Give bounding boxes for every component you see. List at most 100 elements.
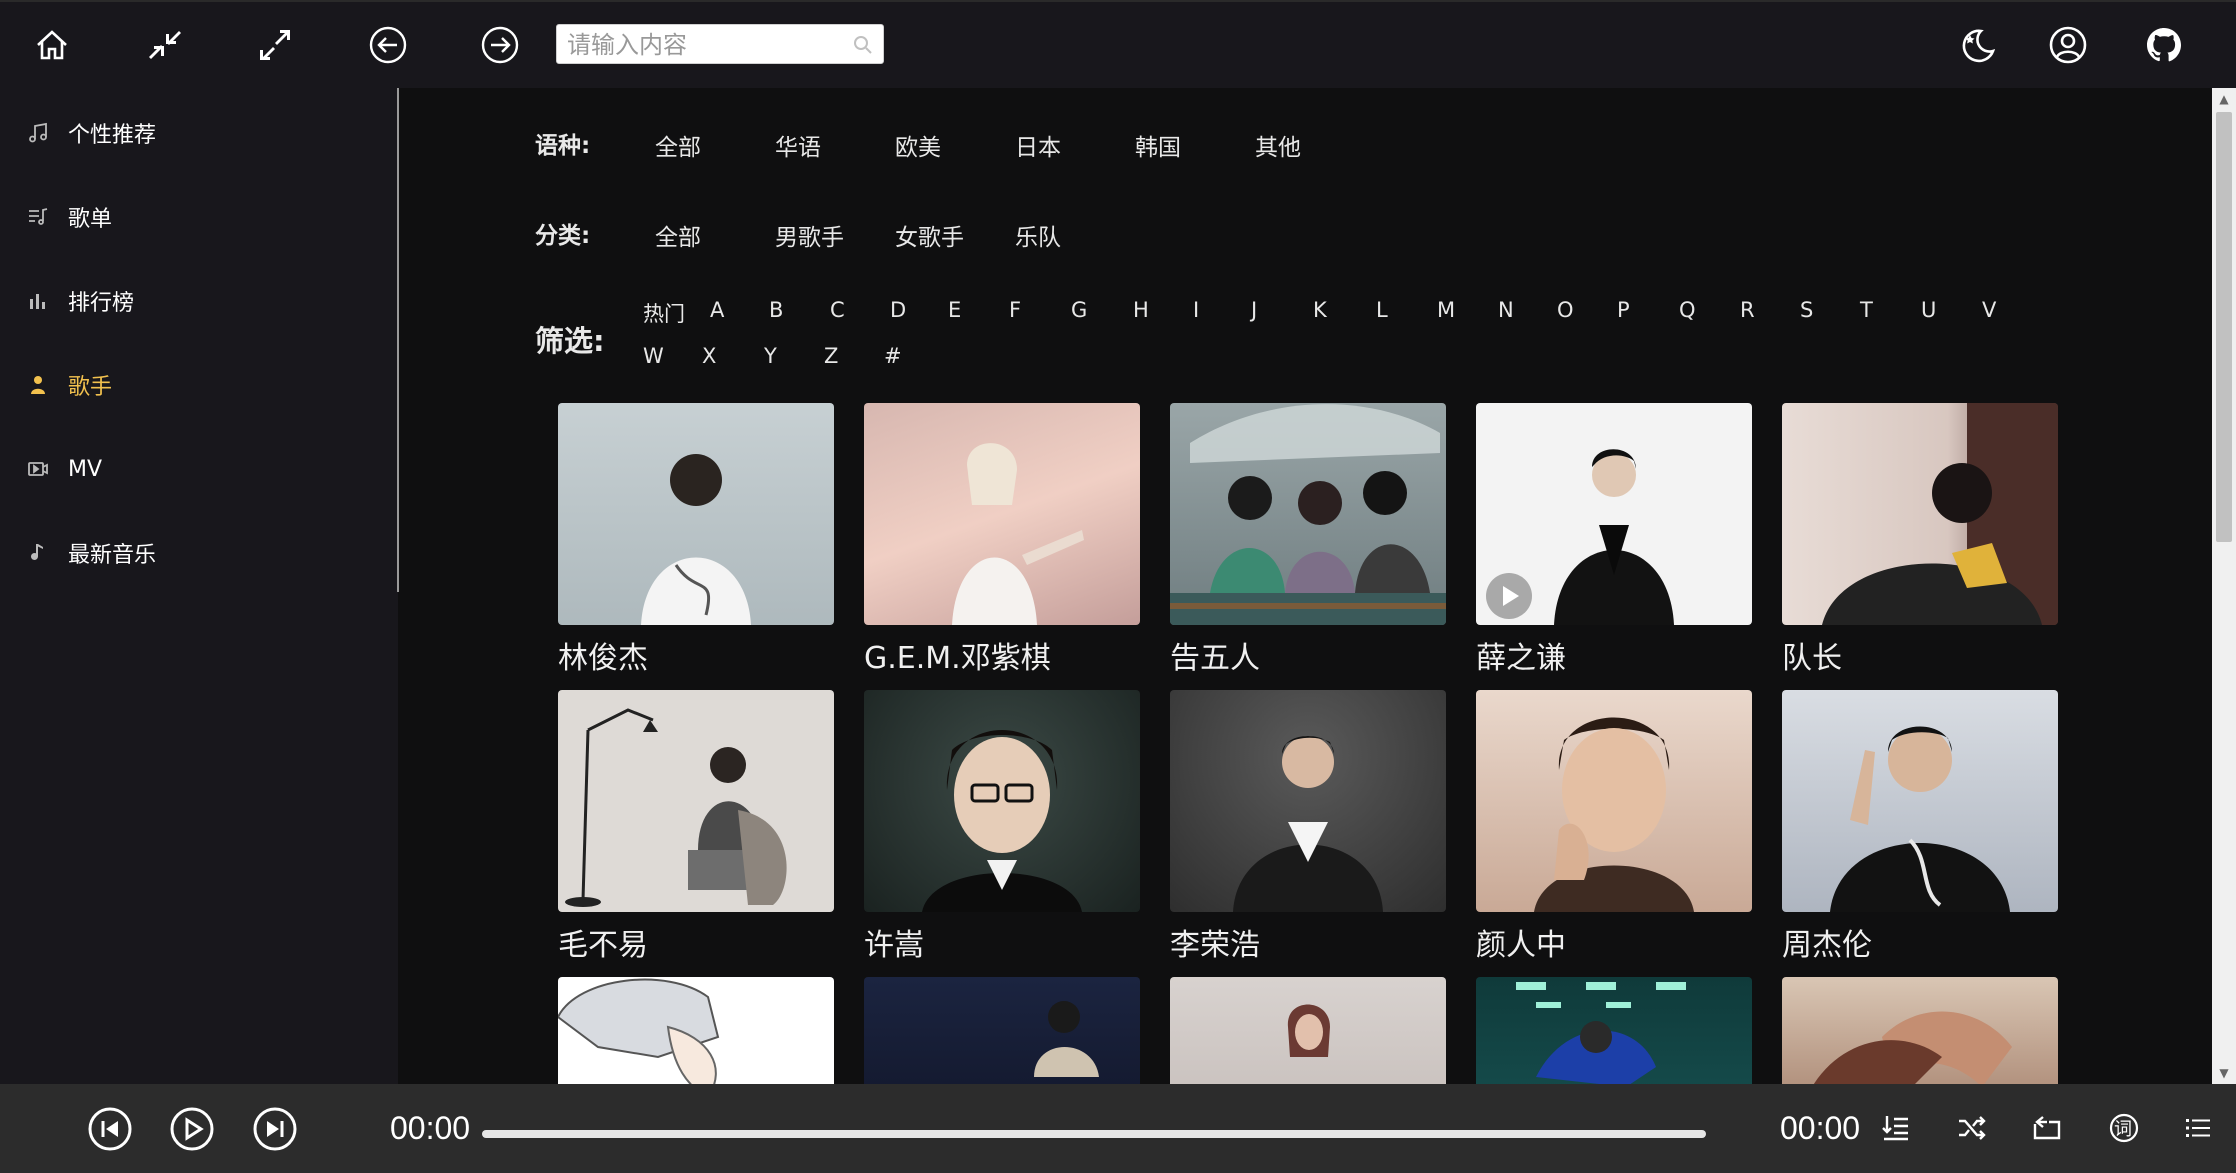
initial-option[interactable]: L bbox=[1376, 298, 1388, 322]
scroll-up-arrow-icon[interactable]: ▲ bbox=[2212, 88, 2236, 110]
progress-bar[interactable] bbox=[482, 1130, 1706, 1138]
language-option[interactable]: 华语 bbox=[775, 128, 821, 162]
sidebar-item-label: 最新音乐 bbox=[68, 543, 157, 568]
initial-option[interactable]: A bbox=[710, 298, 724, 322]
scroll-down-arrow-icon[interactable]: ▼ bbox=[2212, 1062, 2236, 1084]
previous-track-button[interactable] bbox=[85, 1104, 135, 1154]
music-note-icon bbox=[24, 119, 52, 147]
initial-option[interactable]: C bbox=[830, 298, 845, 322]
initial-option[interactable]: P bbox=[1617, 298, 1630, 322]
artist-card[interactable]: 队长 bbox=[1782, 403, 2058, 677]
initial-option[interactable]: O bbox=[1557, 298, 1574, 322]
artist-card[interactable]: 许嵩 bbox=[864, 690, 1140, 964]
play-icon[interactable] bbox=[1484, 571, 1534, 621]
artist-card[interactable]: 告五人 bbox=[1170, 403, 1446, 677]
initial-option[interactable]: N bbox=[1498, 298, 1514, 322]
scrollbar-thumb[interactable] bbox=[2216, 112, 2232, 542]
category-option[interactable]: 乐队 bbox=[1015, 218, 1061, 252]
sidebar-item-new-music[interactable]: 最新音乐 bbox=[24, 528, 384, 578]
artist-name: 队长 bbox=[1782, 641, 1842, 676]
sidebar: 个性推荐 歌单 排行榜 歌手 MV 最新音乐 bbox=[0, 88, 398, 1084]
sidebar-item-recommend[interactable]: 个性推荐 bbox=[24, 108, 384, 158]
initial-option[interactable]: D bbox=[890, 298, 906, 322]
next-track-button[interactable] bbox=[250, 1104, 300, 1154]
language-option[interactable]: 全部 bbox=[655, 128, 701, 162]
language-option[interactable]: 欧美 bbox=[895, 128, 941, 162]
initial-option[interactable]: G bbox=[1071, 298, 1087, 322]
shrink-icon[interactable] bbox=[140, 20, 190, 70]
initial-option[interactable]: Z bbox=[824, 344, 838, 368]
initial-option[interactable]: F bbox=[1009, 298, 1021, 322]
loop-button[interactable] bbox=[2029, 1110, 2065, 1146]
artist-card[interactable]: 李荣浩 bbox=[1170, 690, 1446, 964]
shuffle-button[interactable] bbox=[1954, 1110, 1990, 1146]
initial-option[interactable]: Y bbox=[764, 344, 777, 368]
sidebar-item-mv[interactable]: MV bbox=[24, 444, 384, 494]
playlist-button[interactable] bbox=[2180, 1110, 2216, 1146]
artist-card[interactable] bbox=[558, 977, 834, 1084]
top-bar bbox=[0, 0, 2236, 88]
initial-option[interactable]: V bbox=[1982, 298, 1996, 322]
play-order-button[interactable] bbox=[1878, 1110, 1914, 1146]
initial-option[interactable]: # bbox=[884, 344, 902, 368]
artist-photo bbox=[864, 977, 1140, 1084]
sidebar-item-charts[interactable]: 排行榜 bbox=[24, 276, 384, 326]
list-order-icon bbox=[1882, 1116, 1908, 1141]
artist-card[interactable] bbox=[1170, 977, 1446, 1084]
sidebar-divider bbox=[397, 88, 399, 592]
language-option[interactable]: 韩国 bbox=[1135, 128, 1181, 162]
home-icon[interactable] bbox=[27, 20, 77, 70]
initial-option[interactable]: E bbox=[948, 298, 961, 322]
category-option[interactable]: 女歌手 bbox=[895, 218, 964, 252]
initial-option[interactable]: T bbox=[1860, 298, 1873, 322]
initial-option[interactable]: I bbox=[1193, 298, 1199, 322]
play-button[interactable] bbox=[167, 1104, 217, 1154]
search-icon[interactable] bbox=[851, 33, 875, 57]
sidebar-item-singers[interactable]: 歌手 bbox=[24, 360, 384, 410]
artist-card[interactable]: 颜人中 bbox=[1476, 690, 1752, 964]
artist-card[interactable]: 毛不易 bbox=[558, 690, 834, 964]
artist-photo bbox=[1476, 403, 1752, 625]
sidebar-item-playlist[interactable]: 歌单 bbox=[24, 192, 384, 242]
github-icon[interactable] bbox=[2139, 20, 2189, 70]
artist-card[interactable] bbox=[1476, 977, 1752, 1084]
artist-card[interactable] bbox=[864, 977, 1140, 1084]
language-option[interactable]: 日本 bbox=[1015, 128, 1061, 162]
search-box[interactable] bbox=[556, 24, 884, 64]
artist-photo bbox=[558, 403, 834, 625]
expand-icon[interactable] bbox=[250, 20, 300, 70]
user-icon[interactable] bbox=[2043, 20, 2093, 70]
artist-card[interactable]: 周杰伦 bbox=[1782, 690, 2058, 964]
artist-photo bbox=[558, 690, 834, 912]
initial-option[interactable]: Q bbox=[1679, 298, 1696, 322]
initial-option[interactable]: K bbox=[1313, 298, 1327, 322]
artist-card[interactable]: 林俊杰 bbox=[558, 403, 834, 677]
initial-option[interactable]: H bbox=[1133, 298, 1149, 322]
search-input[interactable] bbox=[565, 29, 839, 61]
forward-icon[interactable] bbox=[475, 20, 525, 70]
initial-option[interactable]: M bbox=[1437, 298, 1455, 322]
initial-option[interactable]: B bbox=[769, 298, 783, 322]
artist-card[interactable]: G.E.M.邓紫棋 bbox=[864, 403, 1140, 677]
initial-option[interactable]: S bbox=[1800, 298, 1813, 322]
moon-icon[interactable] bbox=[1952, 20, 2002, 70]
initial-option[interactable]: X bbox=[702, 344, 716, 368]
initial-option[interactable]: U bbox=[1921, 298, 1936, 322]
category-option[interactable]: 全部 bbox=[655, 218, 701, 252]
artist-photo bbox=[864, 403, 1140, 625]
scrollbar[interactable]: ▲ ▼ bbox=[2212, 88, 2236, 1084]
artist-card[interactable] bbox=[1782, 977, 2058, 1084]
artist-name: 许嵩 bbox=[864, 928, 924, 963]
category-filter-label: 分类: bbox=[535, 223, 591, 249]
initial-option[interactable]: R bbox=[1740, 298, 1755, 322]
artist-photo bbox=[1782, 403, 2058, 625]
artist-card[interactable]: 薛之谦 bbox=[1476, 403, 1752, 677]
initial-option[interactable]: J bbox=[1251, 298, 1257, 322]
initial-option[interactable]: W bbox=[643, 344, 664, 368]
initial-option-hot[interactable]: 热门 bbox=[643, 298, 685, 328]
artist-photo bbox=[1170, 690, 1446, 912]
category-option[interactable]: 男歌手 bbox=[775, 218, 844, 252]
language-option[interactable]: 其他 bbox=[1255, 128, 1301, 162]
back-icon[interactable] bbox=[363, 20, 413, 70]
lyrics-button[interactable]: 词 bbox=[2106, 1110, 2142, 1146]
